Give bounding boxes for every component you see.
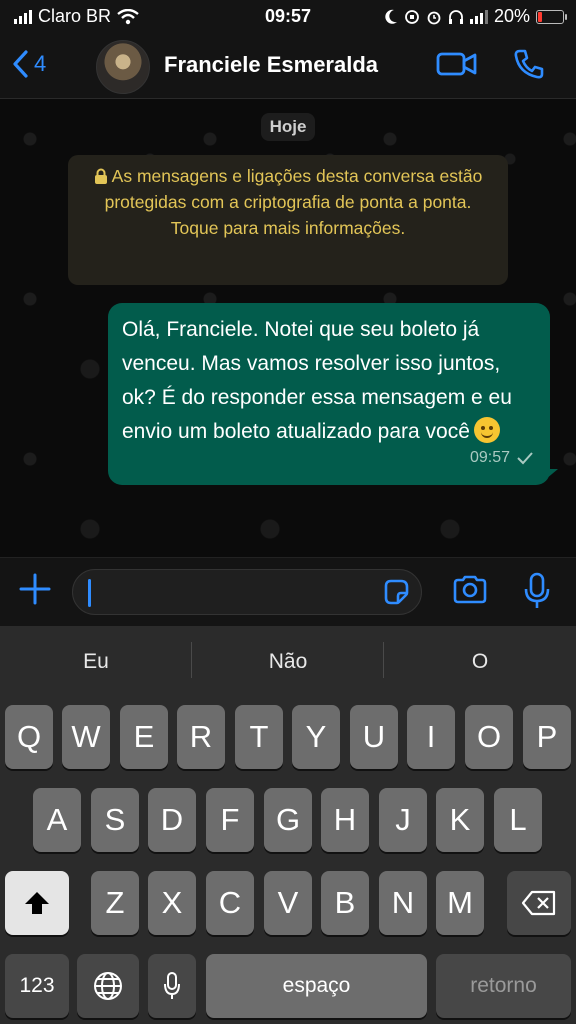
suggestion-1[interactable]: Eu — [0, 650, 192, 674]
globe-key[interactable] — [77, 954, 139, 1018]
avatar[interactable] — [96, 40, 150, 94]
message-text: Olá, Franciele. Notei que seu boleto já … — [122, 318, 512, 443]
lock-icon — [94, 168, 107, 184]
key-c[interactable]: C — [206, 871, 254, 935]
camera-button[interactable] — [452, 574, 488, 609]
encryption-notice[interactable]: As mensagens e ligações desta conversa e… — [68, 155, 508, 285]
video-call-icon — [436, 52, 477, 76]
key-n[interactable]: N — [379, 871, 427, 935]
shift-arrow-icon — [25, 892, 49, 914]
sticker-button[interactable] — [382, 578, 410, 611]
suggestion-2[interactable]: Não — [192, 650, 384, 674]
space-key[interactable]: espaço — [206, 954, 427, 1018]
date-separator: Hoje — [261, 113, 315, 141]
key-v[interactable]: V — [264, 871, 312, 935]
voice-call-button[interactable] — [513, 48, 545, 85]
battery-percent: 20% — [493, 6, 530, 26]
key-s[interactable]: S — [91, 788, 139, 852]
text-caret — [88, 579, 91, 607]
suggestion-3[interactable]: O — [384, 650, 576, 674]
key-g[interactable]: G — [264, 788, 312, 852]
key-p[interactable]: P — [523, 705, 571, 769]
return-key[interactable]: retorno — [436, 954, 571, 1018]
voice-message-button[interactable] — [524, 572, 550, 615]
backspace-icon — [521, 890, 556, 916]
key-m[interactable]: M — [436, 871, 484, 935]
unread-count: 4 — [34, 51, 47, 76]
status-bar: Claro BR 09:57 20% — [0, 0, 576, 34]
chat-header: 4 Franciele Esmeralda — [0, 34, 576, 99]
battery-icon — [536, 9, 567, 24]
smiling-face-emoji — [473, 417, 500, 443]
key-o[interactable]: O — [465, 705, 513, 769]
dictation-key[interactable] — [148, 954, 196, 1018]
contact-name[interactable]: Franciele Esmeralda — [164, 52, 378, 78]
moon-icon — [385, 9, 397, 24]
key-x[interactable]: X — [148, 871, 196, 935]
key-z[interactable]: Z — [91, 871, 139, 935]
plus-icon — [19, 573, 51, 605]
alarm-icon — [427, 11, 441, 24]
attach-button[interactable] — [18, 572, 52, 611]
key-a[interactable]: A — [33, 788, 81, 852]
key-j[interactable]: J — [379, 788, 427, 852]
key-u[interactable]: U — [350, 705, 398, 769]
back-button[interactable]: 4 — [12, 50, 46, 78]
suggestion-bar: Eu Não O — [0, 626, 576, 700]
key-k[interactable]: K — [436, 788, 484, 852]
key-b[interactable]: B — [321, 871, 369, 935]
key-e[interactable]: E — [120, 705, 168, 769]
key-r[interactable]: R — [177, 705, 225, 769]
key-l[interactable]: L — [494, 788, 542, 852]
shift-key[interactable] — [5, 871, 69, 935]
globe-icon — [94, 972, 122, 1000]
key-w[interactable]: W — [62, 705, 110, 769]
video-call-button[interactable] — [436, 50, 478, 83]
message-input[interactable] — [72, 569, 422, 615]
signal-bars-icon — [469, 9, 488, 24]
chat-history[interactable]: Hoje As mensagens e ligações desta conve… — [0, 99, 576, 557]
microphone-icon — [164, 972, 180, 999]
outgoing-message[interactable]: Olá, Franciele. Notei que seu boleto já … — [108, 303, 550, 485]
key-d[interactable]: D — [148, 788, 196, 852]
numbers-key[interactable]: 123 — [5, 954, 69, 1018]
key-f[interactable]: F — [206, 788, 254, 852]
keyboard: Eu Não O Q W E R T Y U I O P A S D F G H… — [0, 626, 576, 1024]
key-t[interactable]: T — [235, 705, 283, 769]
key-y[interactable]: Y — [292, 705, 340, 769]
key-h[interactable]: H — [321, 788, 369, 852]
key-q[interactable]: Q — [5, 705, 53, 769]
camera-icon — [453, 575, 487, 604]
phone-call-icon — [514, 49, 544, 79]
composer-bar — [0, 557, 576, 626]
back-chevron-icon — [13, 50, 28, 78]
orientation-lock-icon — [405, 9, 419, 24]
headphones-icon — [448, 9, 463, 24]
microphone-icon — [524, 572, 550, 608]
bubble-tail — [546, 469, 558, 479]
key-i[interactable]: I — [407, 705, 455, 769]
encryption-notice-text: As mensagens e ligações desta conversa e… — [104, 166, 483, 238]
message-time: 09:57 — [469, 449, 510, 466]
sticker-icon — [384, 579, 409, 605]
sent-check-icon — [517, 452, 533, 465]
backspace-key[interactable] — [507, 871, 571, 935]
